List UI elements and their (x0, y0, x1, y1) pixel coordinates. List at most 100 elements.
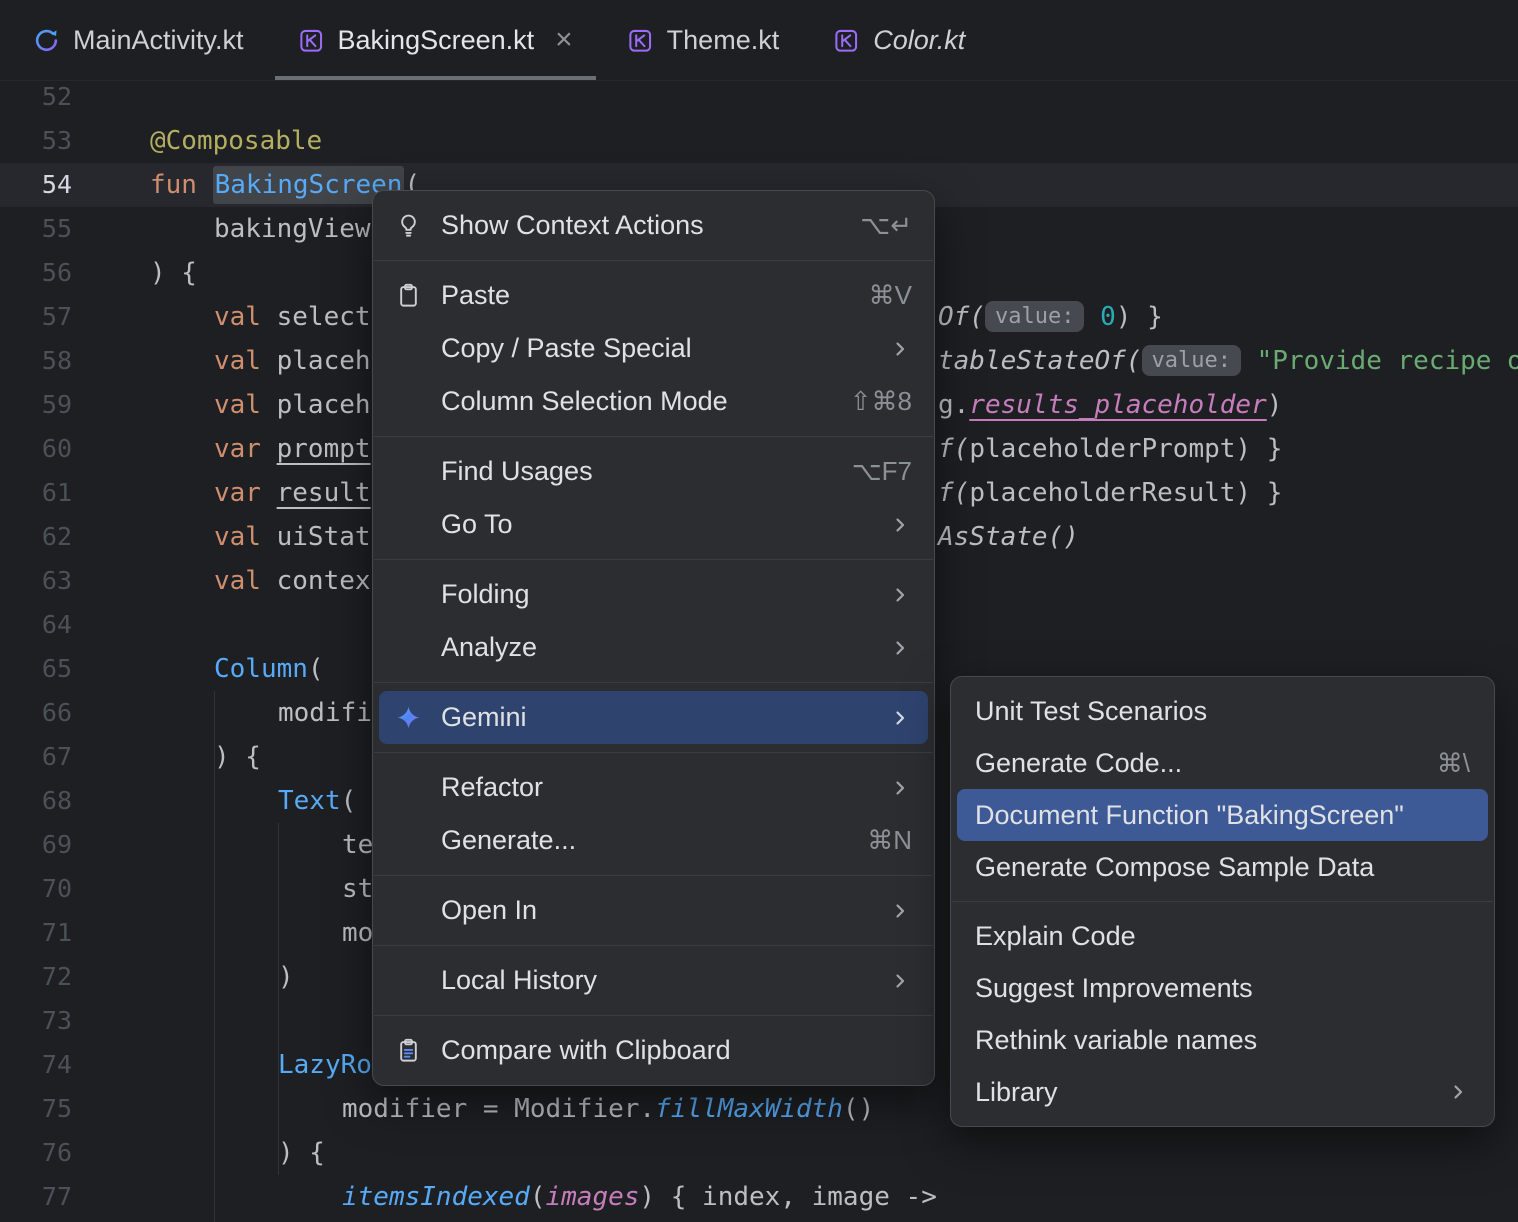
line-number[interactable]: 74 (0, 1043, 72, 1087)
compare-clipboard-icon (395, 1037, 441, 1064)
menu-item-unit-test-scenarios[interactable]: Unit Test Scenarios (957, 685, 1488, 737)
line-number[interactable]: 67 (0, 735, 72, 779)
line-number[interactable]: 71 (0, 911, 72, 955)
code-segment: g.results_placeholder) (938, 383, 1282, 427)
menu-separator (374, 752, 933, 753)
tab-color-kt[interactable]: Color.kt (806, 0, 992, 80)
line-number[interactable]: 69 (0, 823, 72, 867)
tab-label: MainActivity.kt (73, 24, 244, 55)
line-number[interactable]: 52 (0, 75, 72, 119)
menu-item-label: Column Selection Mode (441, 386, 728, 416)
line-number[interactable]: 59 (0, 383, 72, 427)
menu-item-paste[interactable]: Paste ⌘V (379, 269, 928, 322)
code-token: placeholderResult (969, 478, 1236, 508)
kotlin-file-icon (833, 27, 860, 54)
line-number[interactable]: 65 (0, 647, 72, 691)
menu-item-find-usages[interactable]: Find Usages ⌥F7 (379, 445, 928, 498)
code-segment: mo (342, 911, 373, 955)
menu-item-gemini[interactable]: Gemini (379, 691, 928, 744)
line-number[interactable]: 72 (0, 955, 72, 999)
code-token: prompt (276, 434, 371, 464)
code-segment: f(placeholderResult) } (938, 471, 1282, 515)
menu-item-label: Local History (441, 965, 598, 995)
tab-label: Theme.kt (666, 24, 780, 55)
line-number[interactable]: 76 (0, 1131, 72, 1175)
code-segment: f(placeholderPrompt) } (938, 427, 1282, 471)
code-token: ( (340, 786, 357, 816)
menu-item-label: Rethink variable names (975, 1024, 1258, 1055)
line-number[interactable]: 75 (0, 1087, 72, 1131)
line-number[interactable]: 57 (0, 295, 72, 339)
chevron-right-icon (888, 337, 912, 361)
menu-item-open-in[interactable]: Open In (379, 884, 928, 937)
code-segment: LazyRo (278, 1043, 372, 1087)
line-number[interactable]: 70 (0, 867, 72, 911)
menu-item-show-context-actions[interactable]: Show Context Actions ⌥↵ (379, 199, 928, 252)
code-segment: tableStateOf(value: "Provide recipe of (938, 339, 1518, 383)
menu-item-explain-code[interactable]: Explain Code (957, 910, 1488, 962)
menu-item-generate-code[interactable]: Generate Code... ⌘\ (957, 737, 1488, 789)
inlay-hint: value: (984, 301, 1085, 332)
code-token: results_placeholder (969, 390, 1267, 420)
line-number[interactable]: 61 (0, 471, 72, 515)
line-number[interactable]: 62 (0, 515, 72, 559)
menu-item-library[interactable]: Library (957, 1066, 1488, 1118)
menu-item-label: Unit Test Scenarios (975, 695, 1208, 726)
line-number[interactable]: 68 (0, 779, 72, 823)
line-number[interactable]: 73 (0, 999, 72, 1043)
line-number[interactable]: 63 (0, 559, 72, 603)
tab-mainactivity-kt[interactable]: MainActivity.kt (6, 0, 271, 80)
menu-item-local-history[interactable]: Local History (379, 954, 928, 1007)
code-line[interactable]: 53 @Composable (0, 119, 1518, 163)
menu-item-label: Generate Compose Sample Data (975, 851, 1375, 882)
menu-item-label: Compare with Clipboard (441, 1035, 731, 1065)
code-token: ) } (1235, 478, 1283, 508)
code-token: ( (529, 1182, 546, 1212)
line-number[interactable]: 54 (0, 163, 72, 207)
line-number[interactable]: 60 (0, 427, 72, 471)
code-segment: val select (214, 295, 371, 339)
code-token: ) } (1115, 302, 1163, 332)
code-line[interactable]: 77 itemsIndexed(images) { index, image -> (0, 1175, 1518, 1219)
menu-item-shortcut: ⌘\ (1436, 747, 1470, 778)
line-number[interactable]: 64 (0, 603, 72, 647)
menu-item-copy-paste-special[interactable]: Copy / Paste Special (379, 322, 928, 375)
code-line[interactable]: 52 (0, 75, 1518, 119)
line-number[interactable]: 53 (0, 119, 72, 163)
editor-tab-bar: MainActivity.kt BakingScreen.kt × Theme.k… (0, 0, 1518, 81)
kotlin-file-icon (298, 27, 325, 54)
menu-item-compare-with-clipboard[interactable]: Compare with Clipboard (379, 1024, 928, 1077)
menu-item-document-function-bakingscreen[interactable]: Document Function "BakingScreen" (957, 789, 1488, 841)
code-line[interactable]: 76) { (0, 1131, 1518, 1175)
menu-item-refactor[interactable]: Refactor (379, 761, 928, 814)
line-number[interactable]: 56 (0, 251, 72, 295)
menu-item-shortcut: ⌘N (867, 825, 912, 855)
menu-item-generate-compose-sample-data[interactable]: Generate Compose Sample Data (957, 841, 1488, 893)
menu-item-folding[interactable]: Folding (379, 568, 928, 621)
code-token: LazyRo (278, 1050, 372, 1080)
menu-item-go-to[interactable]: Go To (379, 498, 928, 551)
code-segment: bakingView (214, 207, 371, 251)
tab-close-icon[interactable]: × (555, 25, 573, 55)
menu-item-rethink-variable-names[interactable]: Rethink variable names (957, 1014, 1488, 1066)
menu-item-generate[interactable]: Generate... ⌘N (379, 814, 928, 867)
line-number[interactable]: 66 (0, 691, 72, 735)
code-segment: Of(value: 0) } (938, 295, 1163, 339)
chevron-right-icon (888, 583, 912, 607)
line-number[interactable]: 55 (0, 207, 72, 251)
menu-item-analyze[interactable]: Analyze (379, 621, 928, 674)
tab-bakingscreen-kt[interactable]: BakingScreen.kt × (271, 0, 600, 80)
code-token: g. (938, 390, 970, 420)
line-number[interactable]: 58 (0, 339, 72, 383)
menu-item-label: Show Context Actions (441, 210, 704, 240)
code-token: ) { (150, 258, 197, 288)
code-token: () (842, 1094, 875, 1124)
line-number[interactable]: 77 (0, 1175, 72, 1219)
code-token: ) (278, 962, 294, 992)
menu-item-label: Analyze (441, 632, 538, 662)
menu-item-column-selection-mode[interactable]: Column Selection Mode ⇧⌘8 (379, 375, 928, 428)
menu-item-suggest-improvements[interactable]: Suggest Improvements (957, 962, 1488, 1014)
code-segment: te (342, 823, 373, 867)
tab-theme-kt[interactable]: Theme.kt (600, 0, 807, 80)
kotlin-file-icon (627, 27, 654, 54)
